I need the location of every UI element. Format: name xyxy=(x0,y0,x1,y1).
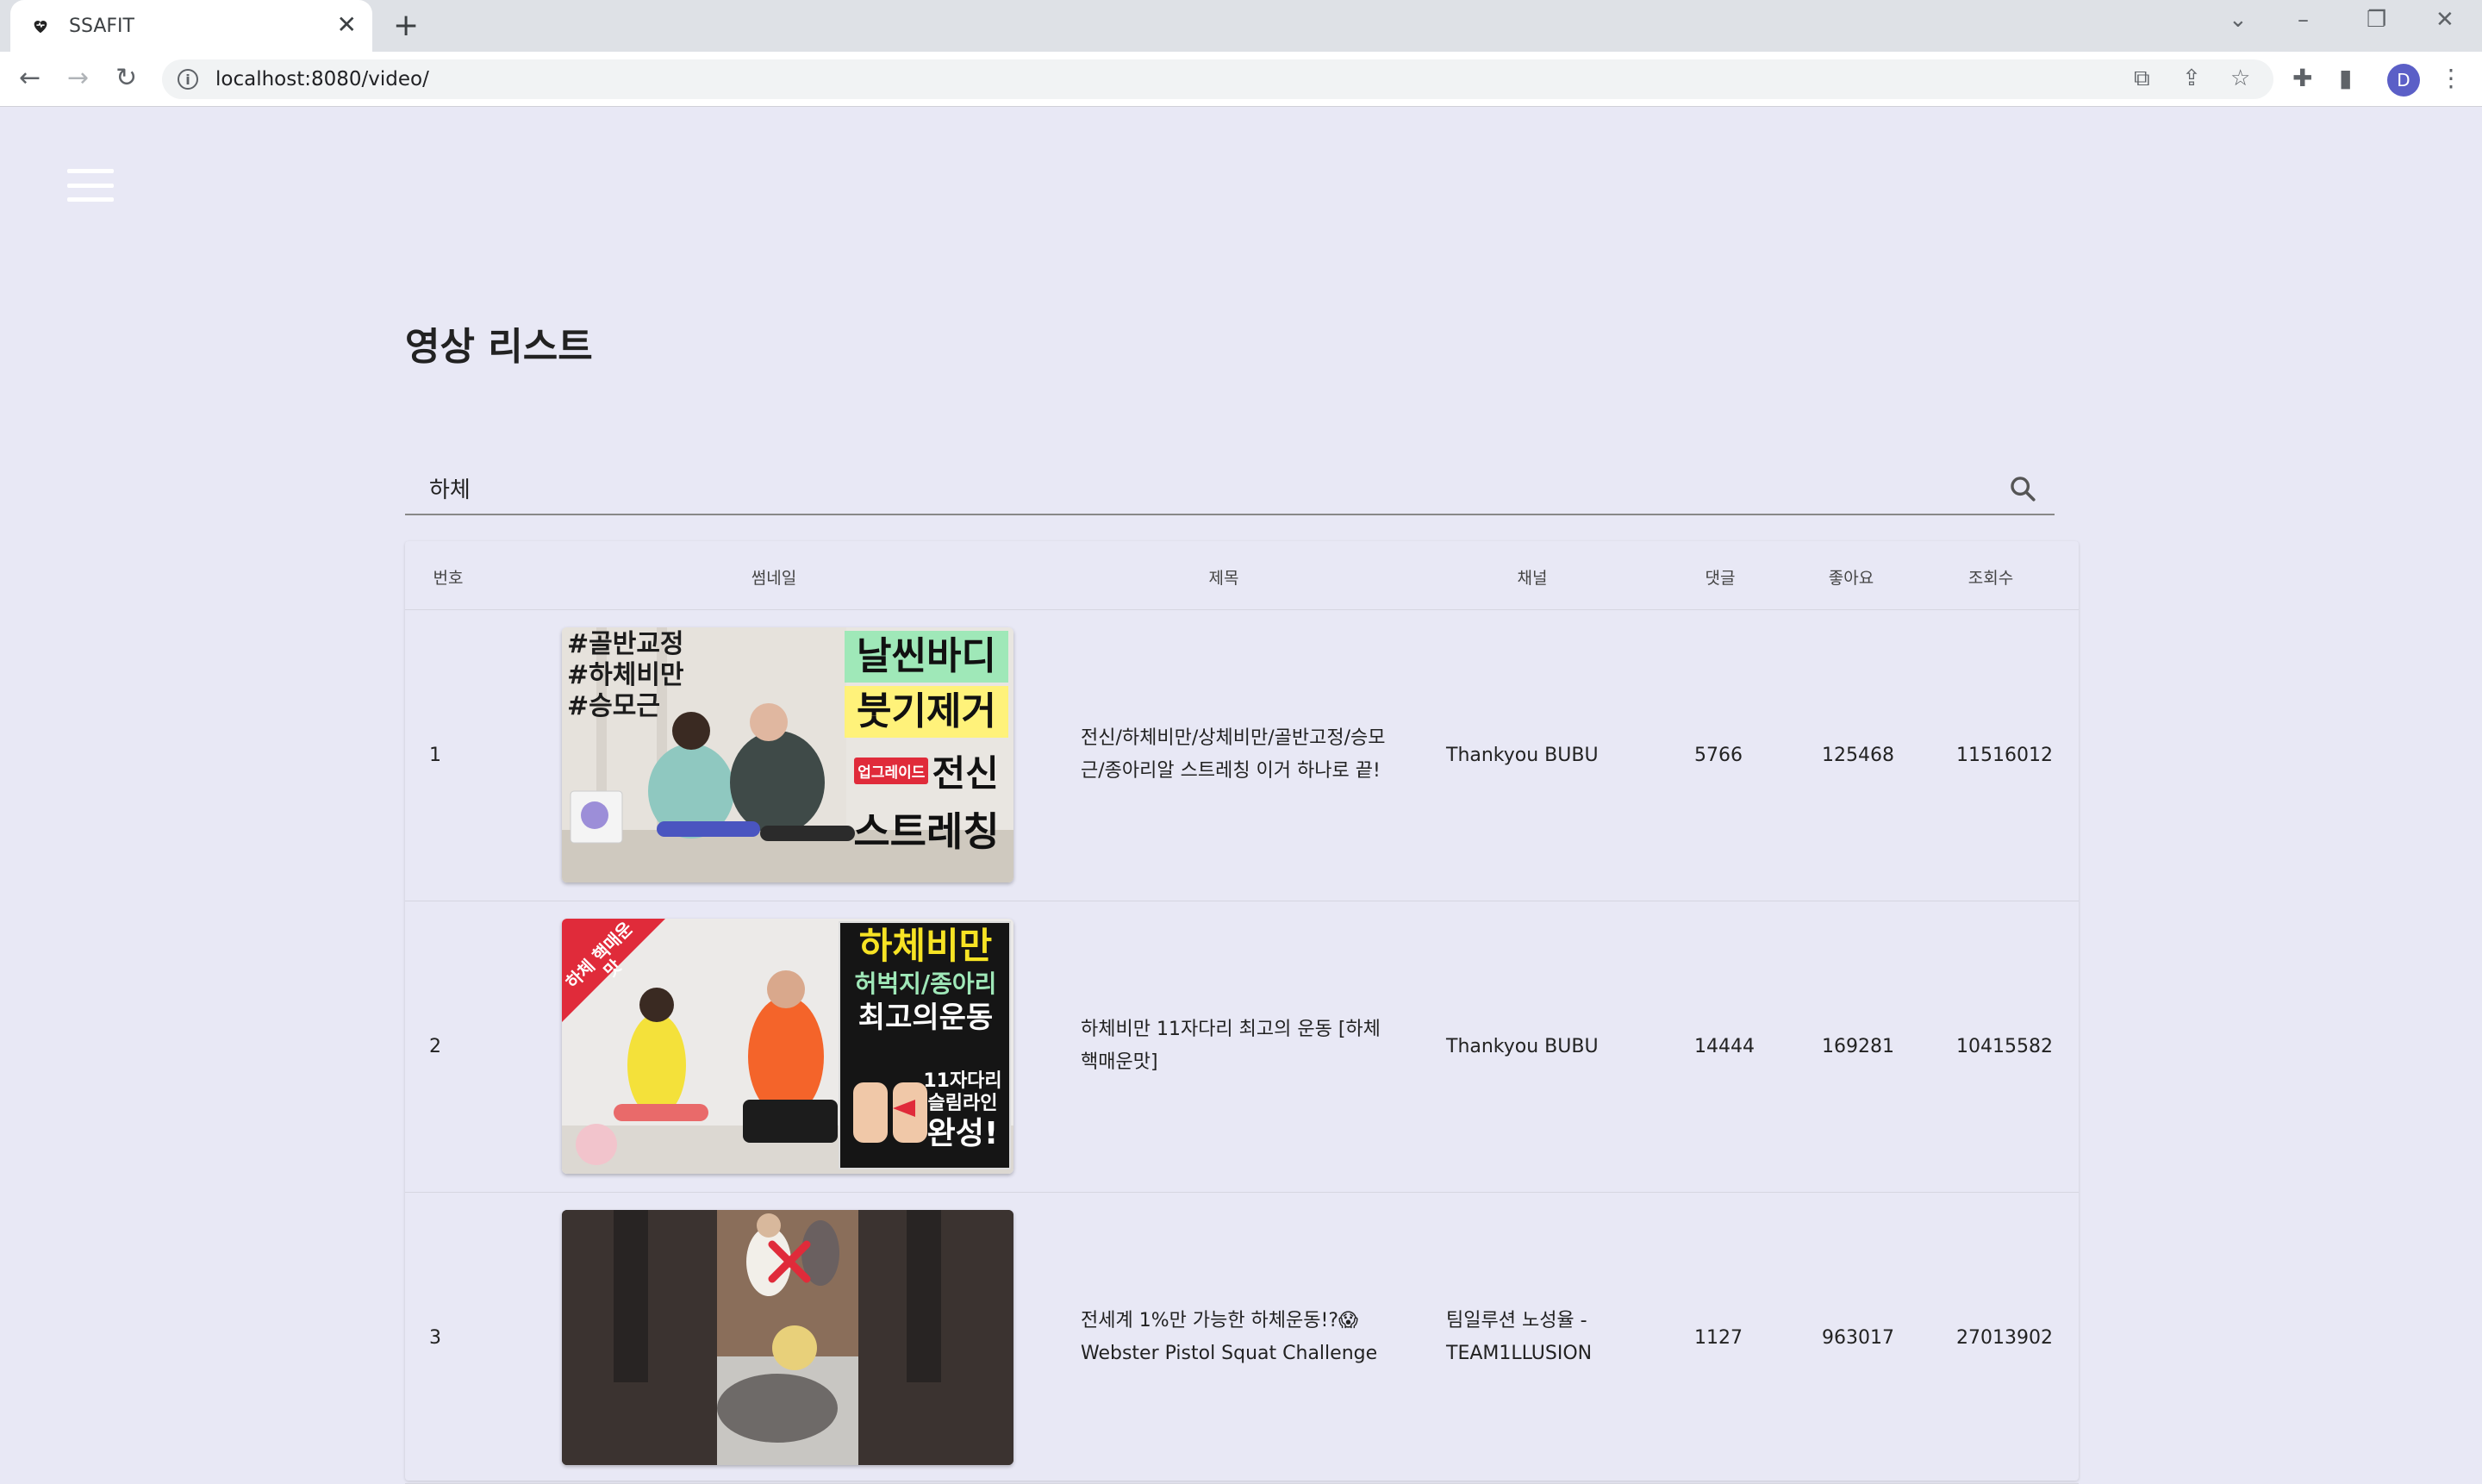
thumb-text: 11자다리 xyxy=(923,1070,1002,1092)
page-title: 영상 리스트 xyxy=(405,325,593,369)
like-count: 169281 xyxy=(1822,1036,1894,1057)
tab-title: SSAFIT xyxy=(69,15,134,37)
header-num: 번호 xyxy=(433,569,464,588)
heart-favicon-icon xyxy=(29,15,52,37)
thumb-text: 업그레이드 xyxy=(854,758,929,784)
share-icon[interactable]: ⇪ xyxy=(2182,65,2201,91)
side-panel-icon[interactable]: ▮ xyxy=(2339,64,2352,93)
table-row[interactable]: 3 전세계 1%만 가능한 하체운동!?😱 Webster Pistol Squ… xyxy=(405,1193,2079,1484)
search-input[interactable] xyxy=(429,471,1980,505)
bookmark-star-icon[interactable]: ☆ xyxy=(2230,65,2250,91)
browser-toolbar: ← → ↻ i localhost:8080/video/ ⧉ ⇪ ☆ ✚ ▮ … xyxy=(0,52,2482,107)
row-number: 3 xyxy=(429,1327,441,1349)
header-views: 조회수 xyxy=(1968,569,2014,588)
view-count: 11516012 xyxy=(1956,745,2053,766)
thumb-text: 붓기제거 xyxy=(845,686,1008,738)
view-count: 10415582 xyxy=(1956,1036,2053,1057)
channel-name: 팀일루션 노성율 - TEAM1LLUSION xyxy=(1446,1310,1593,1364)
comment-count: 5766 xyxy=(1694,745,1743,766)
more-menu-icon[interactable]: ⋮ xyxy=(2439,64,2463,93)
thumb-text: 완성! xyxy=(926,1116,999,1151)
comment-count: 1127 xyxy=(1694,1327,1743,1349)
header-title: 제목 xyxy=(1208,569,1239,588)
header-comments: 댓글 xyxy=(1705,569,1736,588)
channel-name: Thankyou BUBU xyxy=(1446,1036,1599,1057)
new-tab-icon[interactable]: + xyxy=(393,9,419,43)
forward-icon[interactable]: → xyxy=(67,64,89,93)
table-row[interactable]: 1 #골반교정 #하체비만 #승모근 날씬바디 붓기제거 업그레이드 전신 스트… xyxy=(405,610,2079,901)
window-close-icon[interactable]: ✕ xyxy=(2435,7,2454,33)
search-icon[interactable] xyxy=(2008,474,2037,503)
thumb-text: 슬림라인 xyxy=(927,1093,998,1114)
channel-name: Thankyou BUBU xyxy=(1446,745,1599,766)
thumb-text: 하체비만 xyxy=(858,925,993,967)
thumb-text: #하체비만 xyxy=(567,660,684,690)
view-count: 27013902 xyxy=(1956,1327,2053,1349)
table-row[interactable]: 2 하체 핵매운맛 하체비만 허벅지/종아리 최고의운동 11자다리 슬림라인 … xyxy=(405,901,2079,1193)
back-icon[interactable]: ← xyxy=(19,64,41,93)
header-thumbnail: 썸네일 xyxy=(751,569,797,588)
video-title-link[interactable]: 전신/하체비만/상체비만/골반고정/승모근/종아리알 스트레칭 이거 하나로 끝… xyxy=(1081,722,1391,788)
thumb-text: #골반교정 xyxy=(567,629,684,659)
site-info-icon[interactable]: i xyxy=(178,69,198,90)
thumb-text: 허벅지/종아리 xyxy=(854,970,997,998)
translate-icon[interactable]: ⧉ xyxy=(2134,65,2150,91)
header-likes: 좋아요 xyxy=(1828,569,1874,588)
video-thumbnail[interactable]: 하체 핵매운맛 하체비만 허벅지/종아리 최고의운동 11자다리 슬림라인 완성… xyxy=(562,919,1013,1174)
minimize-icon[interactable]: – xyxy=(2298,7,2309,33)
video-thumbnail[interactable] xyxy=(562,1210,1013,1465)
video-table: 번호 썸네일 제목 채널 댓글 좋아요 조회수 1 #골반교정 #하체비만 #승… xyxy=(405,541,2079,1484)
like-count: 125468 xyxy=(1822,745,1894,766)
hamburger-menu-icon[interactable] xyxy=(67,169,114,202)
browser-tab[interactable]: SSAFIT ✕ xyxy=(10,0,372,52)
video-title-link[interactable]: 하체비만 11자다리 최고의 운동 [하체 핵매운맛] xyxy=(1081,1013,1391,1079)
thumb-text: 최고의운동 xyxy=(857,1001,994,1035)
search-bar xyxy=(405,462,2055,515)
table-header: 번호 썸네일 제목 채널 댓글 좋아요 조회수 xyxy=(405,541,2079,610)
comment-count: 14444 xyxy=(1694,1036,1755,1057)
reload-icon[interactable]: ↻ xyxy=(115,64,137,93)
thumb-text: 스트레칭 xyxy=(853,808,1000,855)
address-bar[interactable]: i localhost:8080/video/ xyxy=(162,59,2273,99)
row-number: 1 xyxy=(429,745,441,766)
row-number: 2 xyxy=(429,1036,441,1057)
tab-search-chevron-icon[interactable]: ⌄ xyxy=(2229,7,2248,33)
video-title-link[interactable]: 전세계 1%만 가능한 하체운동!?😱 Webster Pistol Squat… xyxy=(1081,1305,1391,1370)
thumb-text: #승모근 xyxy=(567,691,660,721)
tab-close-icon[interactable]: ✕ xyxy=(337,12,357,38)
header-channel: 채널 xyxy=(1517,569,1548,588)
extensions-puzzle-icon[interactable]: ✚ xyxy=(2292,64,2312,93)
thumb-text: 전신 xyxy=(932,752,999,795)
url-text: localhost:8080/video/ xyxy=(215,68,429,90)
video-thumbnail[interactable]: #골반교정 #하체비만 #승모근 날씬바디 붓기제거 업그레이드 전신 스트레칭 xyxy=(562,627,1013,882)
browser-tab-strip: SSAFIT ✕ + ⌄ – ❐ ✕ xyxy=(0,0,2482,52)
thumb-text: 날씬바디 xyxy=(845,631,1008,683)
like-count: 963017 xyxy=(1822,1327,1894,1349)
profile-avatar[interactable]: D xyxy=(2387,64,2420,97)
restore-icon[interactable]: ❐ xyxy=(2367,7,2386,33)
